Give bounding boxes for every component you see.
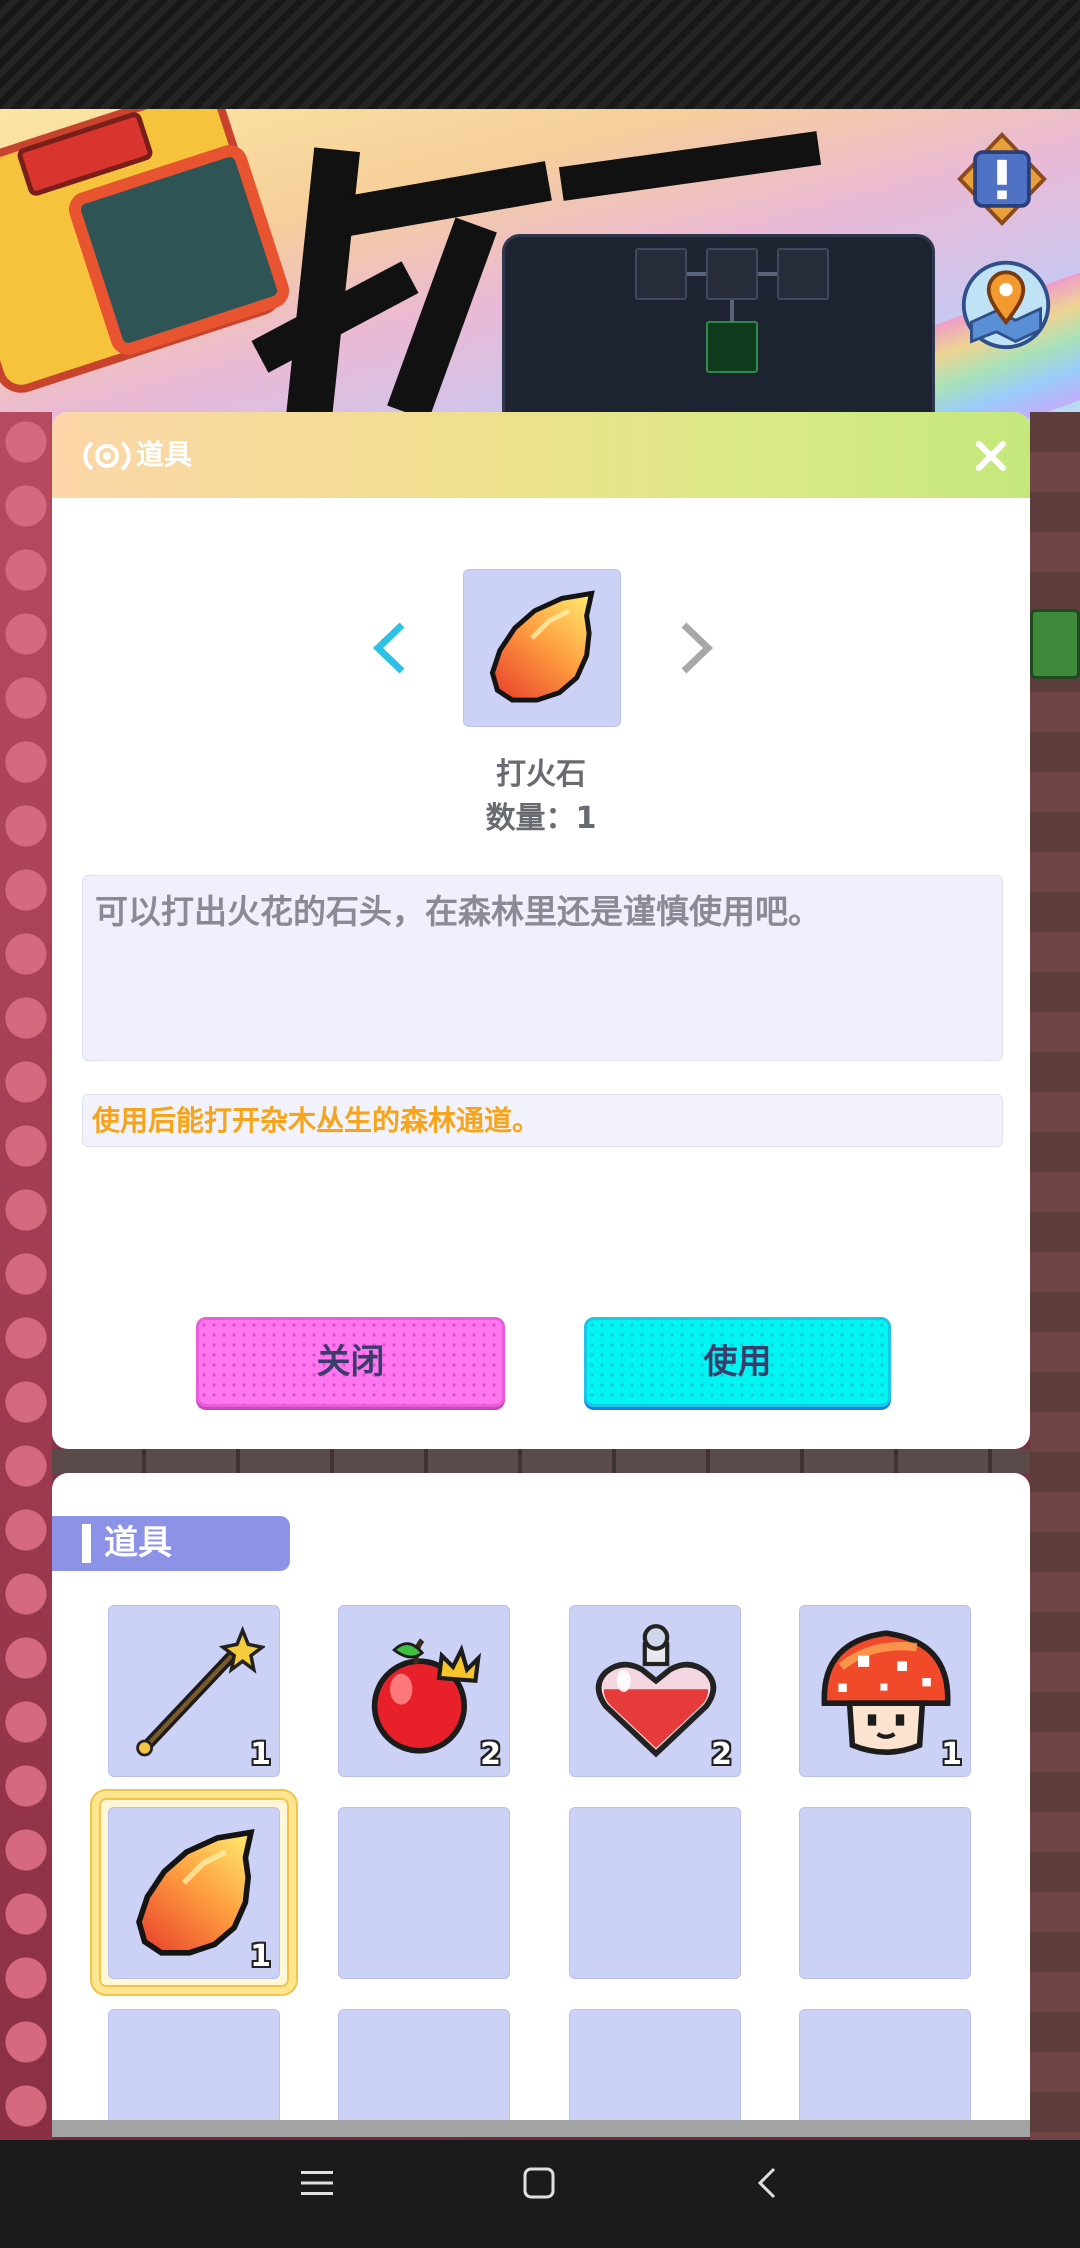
dialog-header: 道具 xyxy=(52,412,1030,498)
system-nav-bar xyxy=(0,2140,1080,2248)
item-count: 1 xyxy=(941,1737,962,1772)
item-count: 1 xyxy=(250,1737,271,1772)
minimap-room xyxy=(706,248,758,300)
crowned-apple-icon xyxy=(355,1622,495,1762)
minimap-current-room xyxy=(706,321,758,373)
minimap-room xyxy=(635,248,687,300)
title-artwork-stroke xyxy=(558,131,822,201)
inventory-panel: 道具 1 2 2 1 1 xyxy=(52,1473,1030,2137)
inventory-slot-empty[interactable] xyxy=(338,1807,510,1979)
close-icon[interactable] xyxy=(971,436,1011,476)
title-artwork-stroke xyxy=(387,217,497,421)
radar-icon xyxy=(82,439,132,473)
quantity-label: 数量： xyxy=(485,801,576,836)
minimap-connector xyxy=(730,300,734,321)
flint-stone-icon xyxy=(480,586,604,710)
inventory-slot[interactable]: 1 xyxy=(799,1605,971,1777)
inventory-slot-empty[interactable] xyxy=(799,2009,971,2137)
home-square-icon[interactable] xyxy=(523,2167,555,2199)
selected-item-slot xyxy=(463,569,621,727)
inventory-slot-empty[interactable] xyxy=(338,2009,510,2137)
minimap-room xyxy=(777,248,829,300)
quantity-value: 1 xyxy=(575,801,597,836)
item-count: 2 xyxy=(711,1737,732,1772)
dialog-title: 道具 xyxy=(136,438,193,471)
item-usage-hint: 使用后能打开杂木丛生的森林通道。 xyxy=(82,1094,1003,1147)
inventory-tab: 道具 xyxy=(52,1516,290,1571)
inventory-slot[interactable]: 1 xyxy=(108,1605,280,1777)
item-count: 2 xyxy=(480,1737,501,1772)
alert-badge-icon[interactable] xyxy=(954,129,1050,229)
inventory-slot[interactable]: 2 xyxy=(338,1605,510,1777)
inventory-slot-empty[interactable] xyxy=(799,1807,971,1979)
golden-staff-icon xyxy=(125,1622,265,1762)
inventory-slot[interactable]: 2 xyxy=(569,1605,741,1777)
title-artwork-stroke xyxy=(286,147,360,421)
tab-accent-bar xyxy=(82,1524,91,1563)
floor-tiles xyxy=(52,1449,1030,1473)
minimap-connector xyxy=(758,272,777,276)
item-quantity: 数量：1 xyxy=(52,800,1030,838)
minimap-connector xyxy=(687,272,706,276)
green-tree xyxy=(1030,609,1080,679)
item-detail-dialog: 道具 打火石 数量：1 可以打出火花的石头，在森林里还是谨慎使用吧。 使用后能打… xyxy=(52,412,1030,1449)
menu-icon[interactable] xyxy=(299,2169,335,2197)
chevron-right-icon[interactable] xyxy=(676,619,716,677)
inventory-slot-empty[interactable] xyxy=(569,1807,741,1979)
mushroom-icon xyxy=(816,1622,956,1762)
item-description: 可以打出火花的石头，在森林里还是谨慎使用吧。 xyxy=(82,875,1003,1061)
flint-stone-icon xyxy=(125,1824,265,1964)
forest-trees-left xyxy=(0,412,52,2140)
item-name: 打火石 xyxy=(496,757,586,792)
title-artwork-stroke xyxy=(338,161,552,237)
heart-potion-icon xyxy=(586,1622,726,1762)
close-button[interactable]: 关闭 xyxy=(196,1317,505,1407)
inventory-slot-empty[interactable] xyxy=(108,2009,280,2137)
inventory-slot-empty[interactable] xyxy=(569,2009,741,2137)
minimap[interactable] xyxy=(502,234,935,434)
panel-bottom-bar xyxy=(52,2120,1030,2137)
status-bar xyxy=(0,0,1080,109)
chevron-left-icon[interactable] xyxy=(370,619,410,677)
map-marker-icon[interactable] xyxy=(958,255,1054,351)
inventory-slot-selected[interactable]: 1 xyxy=(108,1807,280,1979)
inventory-title: 道具 xyxy=(104,1523,172,1563)
item-count: 1 xyxy=(250,1939,271,1974)
back-chevron-icon[interactable] xyxy=(756,2166,778,2200)
use-button[interactable]: 使用 xyxy=(584,1317,891,1407)
